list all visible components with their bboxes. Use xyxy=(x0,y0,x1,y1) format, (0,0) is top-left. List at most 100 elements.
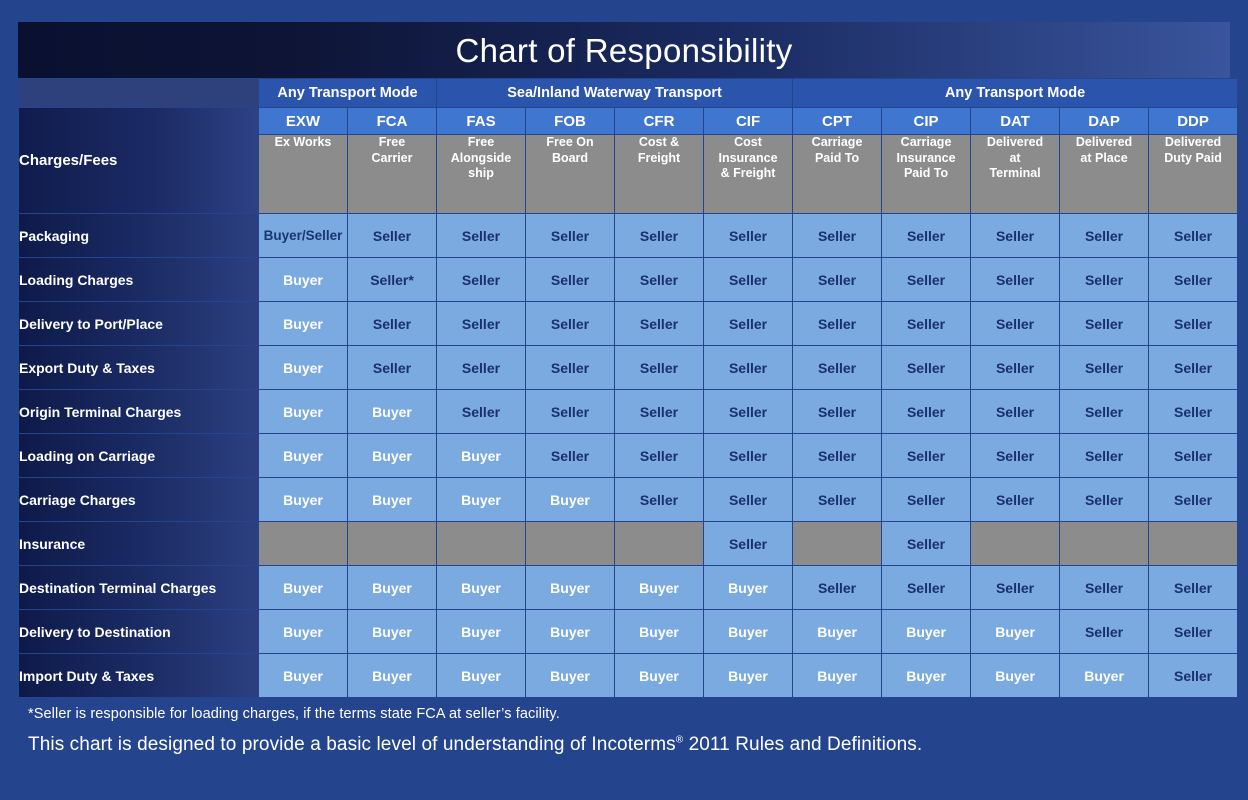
cell-fob-r6: Seller xyxy=(526,434,614,477)
incoterm-code-cfr[interactable]: CFR xyxy=(615,108,703,134)
cell-fas-r4: Seller xyxy=(437,346,525,389)
cell-ddp-r10: Seller xyxy=(1149,610,1238,653)
cell-cfr-r2: Seller xyxy=(615,258,703,301)
cell-fca-r1: Seller xyxy=(348,214,436,257)
cell-fca-r9: Buyer xyxy=(348,566,436,609)
cell-cpt-r10: Buyer xyxy=(793,610,882,653)
cell-fca-r5: Buyer xyxy=(348,390,436,433)
cell-cpt-r6: Seller xyxy=(793,434,882,477)
cell-fca-r11: Buyer xyxy=(348,654,436,697)
code-header-row: Charges/Fees EXW FCA FAS FOB CFR CIF CPT CIP DAT… xyxy=(19,108,1238,213)
corner-blank-cell xyxy=(19,79,258,107)
cell-fob-r5: Seller xyxy=(526,390,614,433)
cell-ddp-r7: Seller xyxy=(1149,478,1238,521)
cell-exw-r1: Buyer/Seller xyxy=(259,214,347,257)
cell-fas-r6: Buyer xyxy=(437,434,525,477)
cell-fas-r9: Buyer xyxy=(437,566,525,609)
cell-fas-r3: Seller xyxy=(437,302,525,345)
row-label-import-duty-taxes: Import Duty & Taxes xyxy=(19,654,258,697)
incoterm-code-dap[interactable]: DAP xyxy=(1060,108,1149,134)
column-group-header-0: Any Transport Mode xyxy=(259,79,436,107)
cell-cif-r6: Seller xyxy=(704,434,793,477)
table-row: Loading on Carriage Buyer Buyer Buyer Seller… xyxy=(19,434,1238,477)
table-row: Loading Charges Buyer Seller* Seller Seller S… xyxy=(19,258,1238,301)
incoterm-code-ddp[interactable]: DDP xyxy=(1149,108,1238,134)
cell-fca-r3: Seller xyxy=(348,302,436,345)
cell-cpt-r9: Seller xyxy=(793,566,882,609)
cell-cpt-r4: Seller xyxy=(793,346,882,389)
row-label-destination-terminal-charges: Destination Terminal Charges xyxy=(19,566,258,609)
cell-cip-r3: Seller xyxy=(882,302,971,345)
disclaimer-text-after: 2011 Rules and Definitions. xyxy=(683,734,923,755)
cell-fca-r7: Buyer xyxy=(348,478,436,521)
cell-fas-r8 xyxy=(437,522,525,565)
cell-fca-r8 xyxy=(348,522,436,565)
cell-fas-r7: Buyer xyxy=(437,478,525,521)
incoterm-name-cif: Cost Insurance & Freight xyxy=(704,135,793,213)
cell-dat-r8 xyxy=(971,522,1060,565)
cell-fca-r10: Buyer xyxy=(348,610,436,653)
cell-dap-r4: Seller xyxy=(1060,346,1149,389)
cell-fob-r10: Buyer xyxy=(526,610,614,653)
cell-exw-r9: Buyer xyxy=(259,566,347,609)
cell-dat-r6: Seller xyxy=(971,434,1060,477)
disclaimer: This chart is designed to provide a basi… xyxy=(18,722,1230,756)
cell-cfr-r3: Seller xyxy=(615,302,703,345)
cell-fca-r2: Seller* xyxy=(348,258,436,301)
cell-exw-r11: Buyer xyxy=(259,654,347,697)
incoterm-code-cif[interactable]: CIF xyxy=(704,108,793,134)
cell-dat-r5: Seller xyxy=(971,390,1060,433)
column-group-header-2: Any Transport Mode xyxy=(793,79,1238,107)
cell-fob-r1: Seller xyxy=(526,214,614,257)
incoterm-name-fca: Free Carrier xyxy=(348,135,436,213)
cell-dat-r9: Seller xyxy=(971,566,1060,609)
cell-cpt-r5: Seller xyxy=(793,390,882,433)
cell-fca-r4: Seller xyxy=(348,346,436,389)
incoterm-code-fas[interactable]: FAS xyxy=(437,108,525,134)
cell-fas-r11: Buyer xyxy=(437,654,525,697)
table-body: Packaging Buyer/Seller Seller Seller Seller S… xyxy=(19,214,1238,697)
cell-cip-r7: Seller xyxy=(882,478,971,521)
cell-cpt-r3: Seller xyxy=(793,302,882,345)
charges-fees-header: Charges/Fees xyxy=(19,108,258,213)
incoterm-code-fca[interactable]: FCA xyxy=(348,108,436,134)
row-label-loading-on-carriage: Loading on Carriage xyxy=(19,434,258,477)
cell-dat-r4: Seller xyxy=(971,346,1060,389)
cell-fob-r7: Buyer xyxy=(526,478,614,521)
cell-ddp-r11: Seller xyxy=(1149,654,1238,697)
cell-fob-r9: Buyer xyxy=(526,566,614,609)
incoterm-code-exw[interactable]: EXW xyxy=(259,108,347,134)
incoterm-name-cfr: Cost & Freight xyxy=(615,135,703,213)
incoterm-name-dap: Delivered at Place xyxy=(1060,135,1149,213)
cell-dat-r2: Seller xyxy=(971,258,1060,301)
cell-cpt-r2: Seller xyxy=(793,258,882,301)
incoterm-code-dat[interactable]: DAT xyxy=(971,108,1060,134)
cell-cif-r1: Seller xyxy=(704,214,793,257)
cell-cfr-r5: Seller xyxy=(615,390,703,433)
cell-dat-r3: Seller xyxy=(971,302,1060,345)
incoterm-name-fas: Free Alongside ship xyxy=(437,135,525,213)
table-row: Carriage Charges Buyer Buyer Buyer Buyer Sell… xyxy=(19,478,1238,521)
cell-cip-r2: Seller xyxy=(882,258,971,301)
cell-cfr-r8 xyxy=(615,522,703,565)
cell-ddp-r4: Seller xyxy=(1149,346,1238,389)
cell-dap-r3: Seller xyxy=(1060,302,1149,345)
cell-cip-r10: Buyer xyxy=(882,610,971,653)
incoterm-name-fob: Free On Board xyxy=(526,135,614,213)
cell-dap-r11: Buyer xyxy=(1060,654,1149,697)
cell-fob-r4: Seller xyxy=(526,346,614,389)
cell-cpt-r7: Seller xyxy=(793,478,882,521)
incoterm-code-cpt[interactable]: CPT xyxy=(793,108,882,134)
chart-page: Chart of Responsibility Any Transport Mo… xyxy=(0,0,1248,800)
cell-dap-r10: Seller xyxy=(1060,610,1149,653)
table-row: Packaging Buyer/Seller Seller Seller Seller S… xyxy=(19,214,1238,257)
incoterm-code-cip[interactable]: CIP xyxy=(882,108,971,134)
row-label-delivery-to-port-place: Delivery to Port/Place xyxy=(19,302,258,345)
row-label-packaging: Packaging xyxy=(19,214,258,257)
incoterm-code-fob[interactable]: FOB xyxy=(526,108,614,134)
cell-cfr-r6: Seller xyxy=(615,434,703,477)
incoterm-name-dat: Delivered at Terminal xyxy=(971,135,1060,213)
cell-fob-r3: Seller xyxy=(526,302,614,345)
cell-cip-r5: Seller xyxy=(882,390,971,433)
cell-fca-r6: Buyer xyxy=(348,434,436,477)
